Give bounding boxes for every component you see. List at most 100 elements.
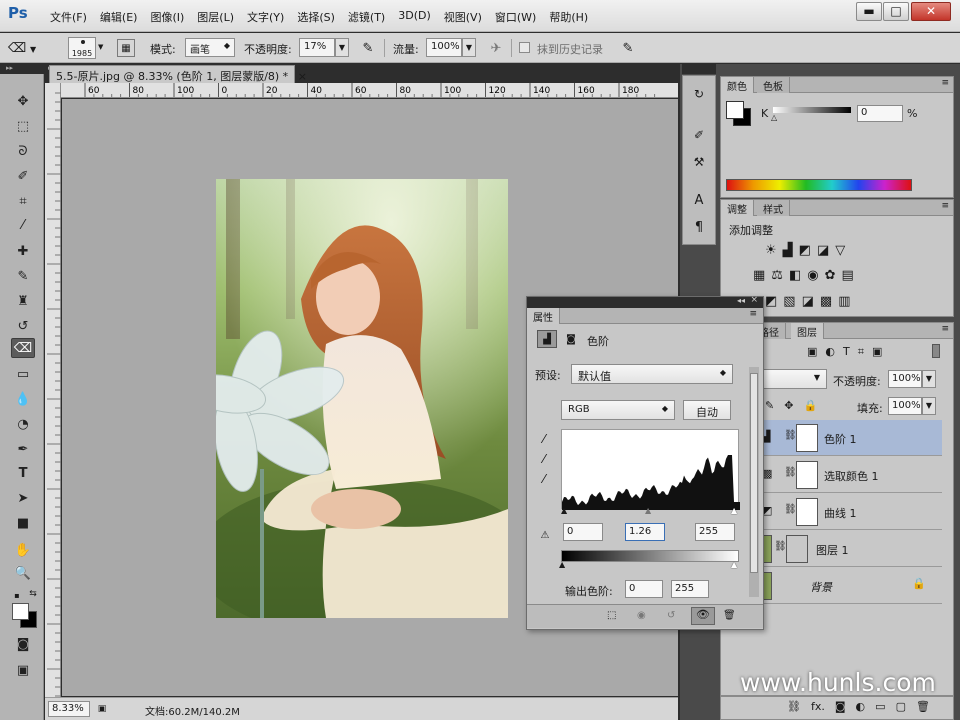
tool-presets-icon[interactable]: ⚒ [689,152,709,172]
levels-adjust-icon[interactable]: ▟ [537,330,557,348]
input-gray-field[interactable]: 1.26 [625,523,665,541]
preset-select[interactable]: 默认值 ◆ [571,364,733,384]
color-ramp[interactable] [726,179,912,191]
default-colors-icon[interactable]: ▪ [12,590,22,600]
history-panel-icon[interactable]: ↻ [689,84,709,104]
fill-input[interactable]: 100% [888,397,922,415]
brush-chevron-icon[interactable]: ▼ [98,43,106,53]
close-button[interactable]: ✕ [911,2,951,21]
tab-styles[interactable]: 样式 [757,200,790,216]
channel-select[interactable]: RGB ◆ [561,400,675,420]
paragraph-panel-icon[interactable]: ¶ [689,217,709,237]
threshold-icon[interactable]: ◪ [802,294,814,309]
pressure-opacity-icon[interactable]: ✎ [359,39,377,57]
eraser-tool-icon[interactable]: ⌫ [11,338,35,358]
lock-paint-icon[interactable]: ✎ [765,399,774,412]
filter-smart-icon[interactable]: ▣ [872,345,882,359]
brush-tool-icon[interactable]: ✎ [11,266,35,286]
output-white-slider-icon[interactable]: ▲ [731,560,737,569]
layer-mask-thumbnail[interactable] [796,461,818,489]
exposure-icon[interactable]: ◪ [817,243,829,258]
zoom-tool-icon[interactable]: 🔍 [11,563,35,583]
flow-dropdown-icon[interactable]: ▼ [462,38,476,57]
delete-layer-icon[interactable]: 🗑 [916,700,930,713]
layer-row-curves[interactable]: ◩ ⛓ 曲线 1 [756,494,942,530]
curves-icon[interactable]: ◩ [799,243,811,258]
layer-row-layer1[interactable]: ⛓ 图层 1 [756,531,942,567]
lock-position-icon[interactable]: ✥ [784,399,793,412]
properties-scrollbar[interactable] [749,367,759,597]
layer-mask-thumbnail[interactable] [796,424,818,452]
clip-to-layer-icon[interactable]: ⬚ [607,610,616,621]
link-icon[interactable]: ⛓ [784,504,797,515]
zoom-field[interactable]: 8.33% [48,701,90,717]
new-layer-icon[interactable]: ▢ [896,700,906,713]
link-layers-icon[interactable]: ⛓ [787,700,801,713]
tool-preset-chevron-icon[interactable]: ▼ [30,45,36,54]
filter-pixel-icon[interactable]: ▣ [807,345,817,359]
hand-tool-icon[interactable]: ✋ [11,540,35,560]
levels-icon[interactable]: ▟ [783,243,793,258]
tab-layers[interactable]: 图层 [791,323,824,339]
tab-color[interactable]: 颜色 [721,77,754,93]
document-tab[interactable]: 5.5-原片.jpg @ 8.33% (色阶 1, 图层蒙版/8) * × [49,65,307,83]
input-black-field[interactable]: 0 [563,523,603,541]
healing-brush-tool-icon[interactable]: ✚ [11,241,35,261]
add-mask-icon[interactable]: ◙ [835,700,846,713]
path-select-tool-icon[interactable]: ➤ [11,488,35,508]
clone-stamp-tool-icon[interactable]: ♜ [11,291,35,311]
airbrush-icon[interactable]: ✈ [487,39,505,57]
panel-menu-icon[interactable]: ≡ [749,309,757,319]
layer-row-levels[interactable]: ▟ ⛓ 色阶 1 [756,420,942,456]
auto-button[interactable]: 自动 [683,400,731,420]
maximize-button[interactable]: □ [883,2,909,21]
scrollbar-thumb[interactable] [750,373,758,573]
blend-mode-select[interactable]: ▼ [761,369,827,389]
menu-file[interactable]: 文件(F) [50,9,87,25]
status-info-icon[interactable]: ▣ [95,702,109,716]
gray-eyedropper-icon[interactable]: ⁄ [535,450,553,468]
invert-icon[interactable]: ◩ [765,294,777,309]
color-lookup-icon[interactable]: ▤ [842,268,854,283]
brush-presets-icon[interactable]: ✐ [689,125,709,145]
output-white-field[interactable]: 255 [671,580,709,598]
opacity-dropdown-icon[interactable]: ▼ [335,38,349,57]
marquee-tool-icon[interactable]: ⬚ [11,116,35,136]
input-black-slider-icon[interactable]: ▲ [561,506,567,515]
menu-3d[interactable]: 3D(D) [398,9,431,25]
k-value-input[interactable]: 0 [857,105,903,122]
filter-toggle[interactable] [932,344,940,358]
output-black-slider-icon[interactable]: ▲ [559,560,565,569]
k-slider-handle-icon[interactable]: △ [771,113,777,122]
mask-icon[interactable]: ◙ [561,330,581,348]
input-white-field[interactable]: 255 [695,523,735,541]
new-group-icon[interactable]: ▭ [875,700,885,713]
k-slider-track[interactable] [773,107,851,113]
history-brush-tool-icon[interactable]: ↺ [11,316,35,336]
new-adjustment-icon[interactable]: ◐ [856,700,866,713]
reset-icon[interactable]: ↺ [667,610,675,621]
lasso-tool-icon[interactable]: ᘐ [11,141,35,161]
input-gray-slider-icon[interactable]: ▲ [645,506,651,515]
input-white-slider-icon[interactable]: ▲ [731,506,737,515]
brightness-icon[interactable]: ☀ [765,243,777,258]
quick-mask-icon[interactable]: ◙ [11,634,35,654]
posterize-icon[interactable]: ▧ [783,294,795,309]
white-eyedropper-icon[interactable]: ⁄ [535,470,553,488]
output-black-field[interactable]: 0 [625,580,663,598]
menu-help[interactable]: 帮助(H) [549,9,588,25]
black-white-icon[interactable]: ◧ [789,268,801,283]
pen-tool-icon[interactable]: ✒ [11,439,35,459]
clipping-warning-icon[interactable]: ⚠ [533,527,557,543]
black-eyedropper-icon[interactable]: ⁄ [535,430,553,448]
filter-adjust-icon[interactable]: ◐ [825,345,835,359]
collapse-icon[interactable]: ◂◂ [737,296,745,305]
photo-filter-icon[interactable]: ◉ [807,268,818,283]
hue-saturation-icon[interactable]: ▦ [753,268,765,283]
menu-filter[interactable]: 滤镜(T) [348,9,385,25]
foreground-color-swatch[interactable] [12,603,29,620]
foreground-swatch[interactable] [726,101,744,119]
tab-adjustments[interactable]: 调整 [721,200,754,216]
type-tool-icon[interactable]: T [11,463,35,483]
move-tool-icon[interactable]: ✥ [11,91,35,111]
